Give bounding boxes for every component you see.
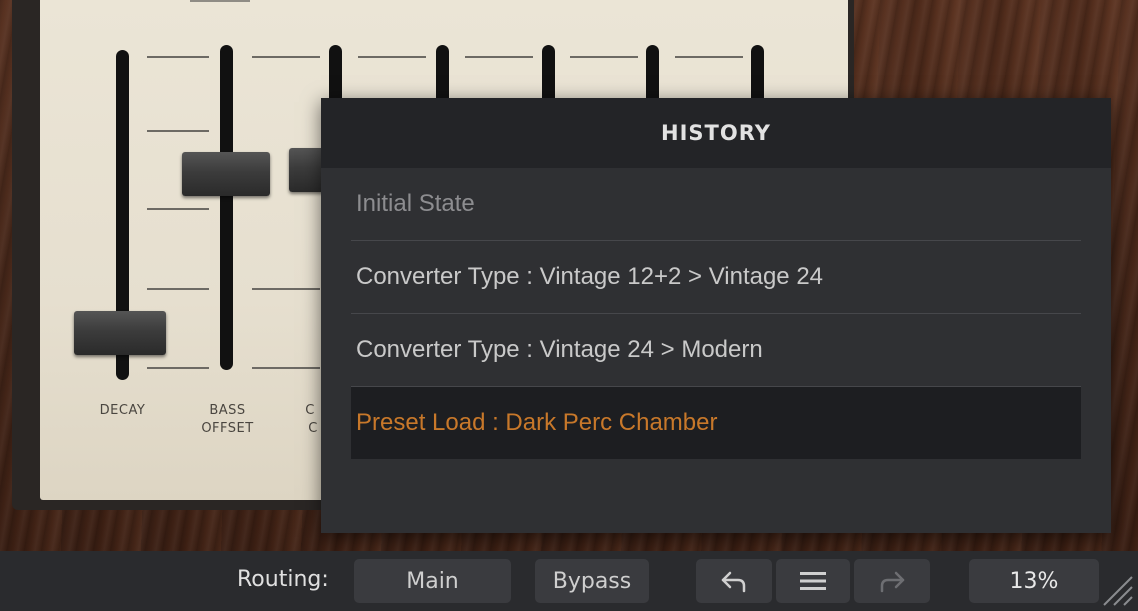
undo-icon [721, 571, 746, 593]
partial-slider-label-line2: C [308, 421, 318, 436]
top-label-cutoff [190, 0, 250, 12]
decay-label: DECAY [99, 403, 146, 418]
scale-tick [675, 56, 743, 58]
scale-tick [147, 367, 209, 369]
slider-track-3[interactable] [329, 45, 342, 105]
history-list: Initial State Converter Type : Vintage 1… [321, 168, 1111, 459]
redo-icon [880, 571, 905, 593]
history-item-label: Initial State [356, 190, 475, 217]
scale-tick [465, 56, 533, 58]
cpu-meter[interactable]: 13% [969, 559, 1099, 603]
decay-slider-handle[interactable] [74, 311, 166, 355]
undo-button[interactable] [696, 559, 772, 603]
history-menu-button[interactable] [776, 559, 850, 603]
menu-icon [800, 572, 826, 590]
scale-tick [252, 288, 320, 290]
scale-tick [252, 367, 320, 369]
bypass-button[interactable]: Bypass [535, 559, 649, 603]
scale-tick [358, 56, 426, 58]
partial-slider-label-line1: C [305, 403, 315, 418]
routing-label: Routing: [237, 567, 329, 592]
scale-tick [147, 56, 209, 58]
history-item-label: Preset Load : Dark Perc Chamber [356, 409, 718, 436]
history-item-converter-type-2[interactable]: Converter Type : Vintage 24 > Modern [351, 314, 1081, 387]
bottom-toolbar: Routing: Main Bypass 13% [0, 551, 1138, 611]
slider-track-4[interactable] [436, 45, 449, 105]
routing-main-button[interactable]: Main [354, 559, 511, 603]
bass-offset-slider-track[interactable] [220, 45, 233, 370]
slider-track-5[interactable] [542, 45, 555, 105]
history-item-converter-type-1[interactable]: Converter Type : Vintage 12+2 > Vintage … [351, 241, 1081, 314]
bass-offset-label-line2: OFFSET [201, 421, 254, 436]
resize-handle-icon[interactable] [1100, 573, 1134, 607]
slider-track-7[interactable] [751, 45, 764, 105]
history-item-label: Converter Type : Vintage 12+2 > Vintage … [356, 263, 824, 290]
slider-track-6[interactable] [646, 45, 659, 105]
scale-tick [147, 208, 209, 210]
cpu-value: 13% [1009, 568, 1059, 594]
history-panel: HISTORY Initial State Converter Type : V… [321, 98, 1111, 533]
scale-tick [252, 56, 320, 58]
redo-button[interactable] [854, 559, 930, 603]
history-item-label: Converter Type : Vintage 24 > Modern [356, 336, 763, 363]
scale-tick [147, 288, 209, 290]
bass-offset-slider-handle[interactable] [182, 152, 270, 196]
bass-offset-label-line1: BASS [209, 403, 246, 418]
scale-tick [147, 130, 209, 132]
history-item-initial-state[interactable]: Initial State [351, 168, 1081, 241]
scale-tick [570, 56, 638, 58]
routing-main-label: Main [406, 568, 459, 594]
history-item-preset-load[interactable]: Preset Load : Dark Perc Chamber [351, 387, 1081, 459]
history-title: HISTORY [321, 98, 1111, 168]
bypass-label: Bypass [552, 568, 632, 594]
